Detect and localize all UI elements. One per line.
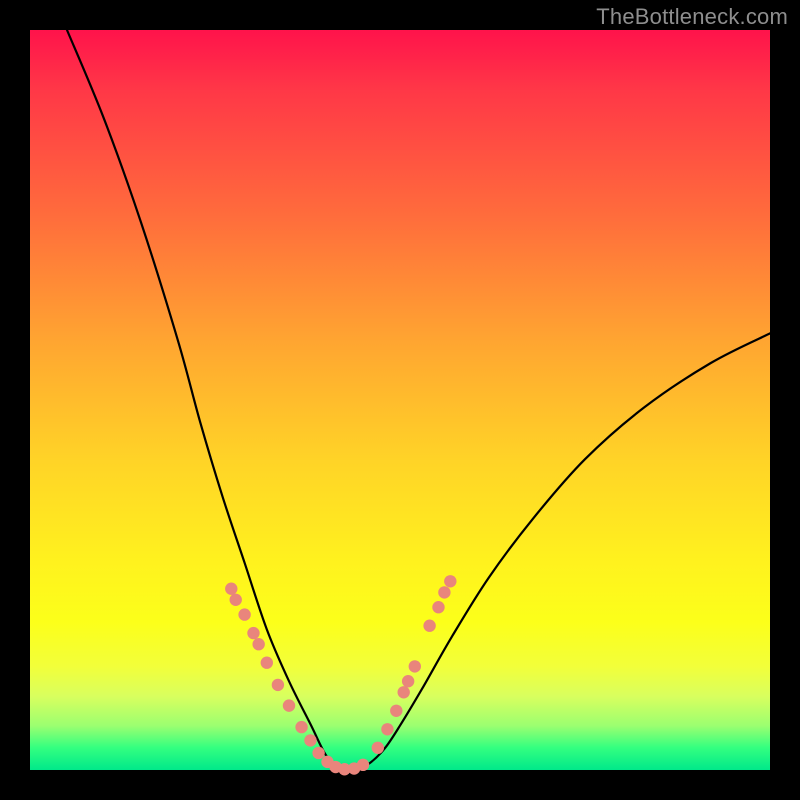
highlight-dot (304, 734, 316, 746)
highlight-dot (357, 759, 369, 771)
highlight-dot (261, 657, 273, 669)
highlight-dot (402, 675, 414, 687)
highlight-dots-right (372, 575, 457, 754)
highlight-dots-left (225, 583, 369, 776)
highlight-dot (230, 594, 242, 606)
highlight-dot (444, 575, 456, 587)
highlight-dot (423, 620, 435, 632)
highlight-dot (225, 583, 237, 595)
plot-area (30, 30, 770, 770)
bottleneck-curve (67, 30, 770, 771)
highlight-dot (272, 679, 284, 691)
highlight-dot (247, 627, 259, 639)
highlight-dot (252, 638, 264, 650)
highlight-dot (381, 723, 393, 735)
highlight-dot (409, 660, 421, 672)
highlight-dot (438, 586, 450, 598)
highlight-dot (283, 699, 295, 711)
highlight-dot (238, 608, 250, 620)
curve-layer (30, 30, 770, 770)
highlight-dot (390, 705, 402, 717)
highlight-dot (372, 742, 384, 754)
highlight-dot (312, 747, 324, 759)
watermark-text: TheBottleneck.com (596, 4, 788, 30)
chart-frame: TheBottleneck.com (0, 0, 800, 800)
highlight-dot (432, 601, 444, 613)
highlight-dot (398, 686, 410, 698)
highlight-dot (295, 721, 307, 733)
